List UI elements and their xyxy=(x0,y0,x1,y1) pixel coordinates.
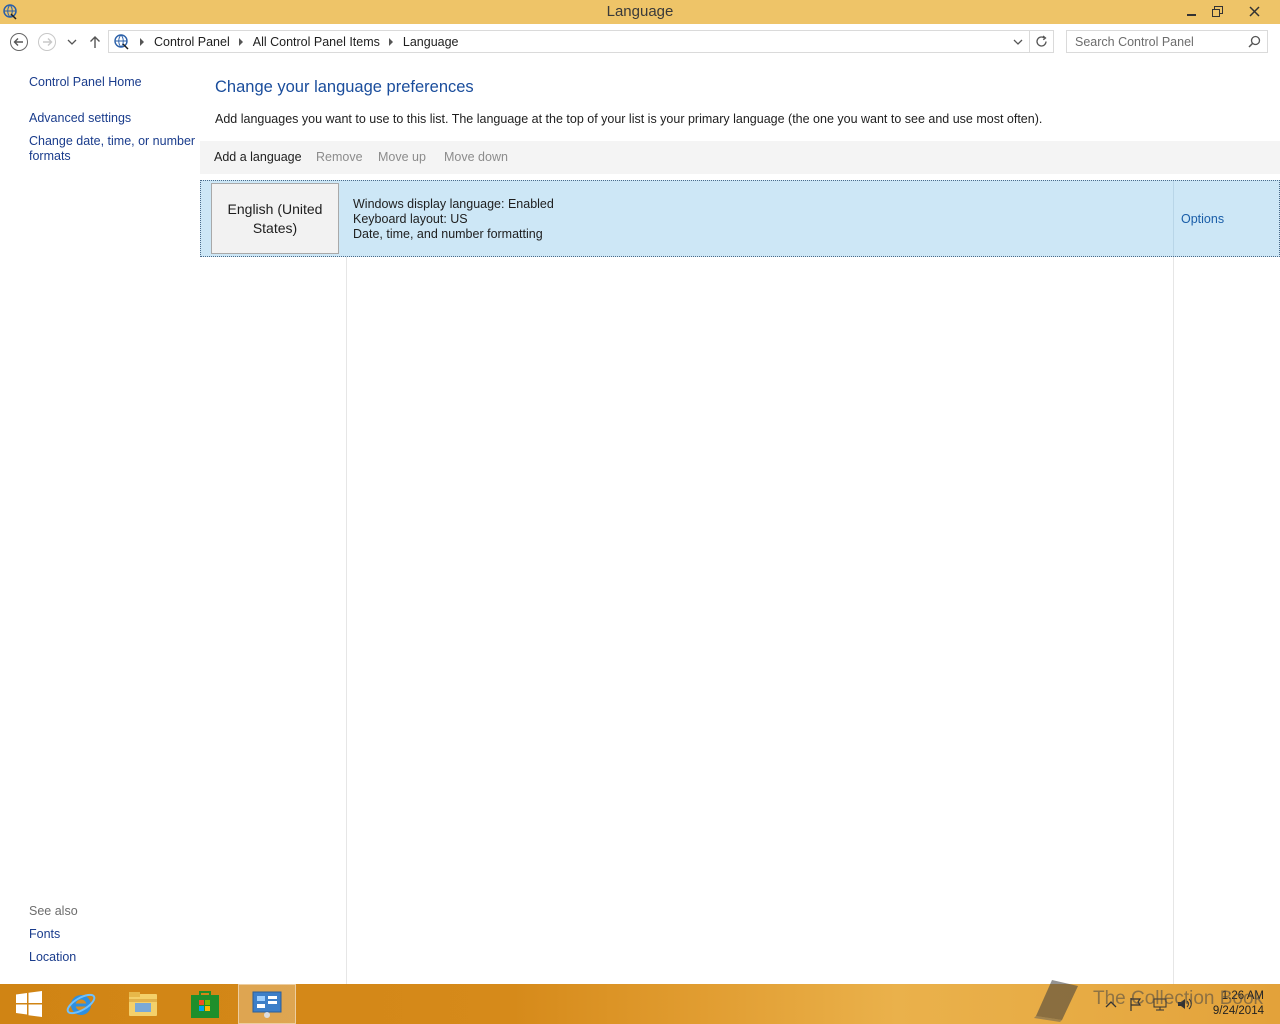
window-title: Language xyxy=(606,3,674,20)
forward-arrow-icon xyxy=(38,33,56,51)
restore-button[interactable] xyxy=(1204,0,1231,22)
internet-explorer-icon xyxy=(66,993,96,1015)
minimize-button[interactable] xyxy=(1178,0,1205,22)
breadcrumb-separator-icon[interactable] xyxy=(388,37,393,46)
control-panel-home-link[interactable]: Control Panel Home xyxy=(29,75,142,90)
up-arrow-icon xyxy=(90,36,100,48)
change-date-time-formats-link[interactable]: Change date, time, or number formats xyxy=(29,134,199,164)
search-icon[interactable] xyxy=(1248,35,1261,48)
search-box[interactable] xyxy=(1066,30,1268,53)
up-button[interactable] xyxy=(85,32,105,52)
breadcrumb-separator-icon[interactable] xyxy=(238,37,243,46)
watermark-book-icon xyxy=(1034,980,1078,1022)
language-location-icon xyxy=(114,33,129,50)
language-list-item[interactable]: English (United States) Windows display … xyxy=(200,180,1280,257)
back-arrow-icon xyxy=(10,33,28,51)
close-icon xyxy=(1249,5,1260,17)
watermark-text: The Collection Book xyxy=(1093,988,1264,1009)
breadcrumb-language[interactable]: Language xyxy=(403,35,459,49)
language-options-link[interactable]: Options xyxy=(1181,212,1224,226)
store-icon xyxy=(191,991,219,1018)
taskbar-store[interactable] xyxy=(176,984,234,1024)
add-language-button[interactable]: Add a language xyxy=(214,150,302,164)
minimize-icon xyxy=(1186,14,1196,16)
control-panel-icon xyxy=(252,991,282,1018)
forward-button[interactable] xyxy=(37,32,57,52)
recent-locations-button[interactable] xyxy=(62,32,82,52)
see-also-label: See also xyxy=(29,904,78,918)
taskbar: 1:26 AM 9/24/2014 xyxy=(0,984,1280,1024)
start-icon xyxy=(16,991,42,1017)
language-toolbar: Add a language Remove Move up Move down xyxy=(200,141,1280,174)
restore-icon xyxy=(1212,5,1223,17)
location-link[interactable]: Location xyxy=(29,950,76,965)
advanced-settings-link[interactable]: Advanced settings xyxy=(29,111,131,126)
page-title: Change your language preferences xyxy=(215,78,474,96)
keyboard-layout-status: Keyboard layout: US xyxy=(353,212,468,226)
task-pane: Control Panel Home Advanced settings Cha… xyxy=(0,58,200,984)
refresh-icon xyxy=(1036,35,1047,47)
start-button[interactable] xyxy=(0,984,58,1024)
title-bar: Language xyxy=(0,0,1280,24)
column-divider-left xyxy=(346,257,347,984)
breadcrumb-all-items[interactable]: All Control Panel Items xyxy=(253,35,380,49)
search-input[interactable] xyxy=(1067,31,1243,52)
remove-button[interactable]: Remove xyxy=(316,150,363,164)
chevron-down-icon xyxy=(1013,39,1023,45)
move-down-button[interactable]: Move down xyxy=(444,150,508,164)
breadcrumb-control-panel[interactable]: Control Panel xyxy=(154,35,230,49)
breadcrumb-separator-icon[interactable] xyxy=(140,37,144,46)
close-button[interactable] xyxy=(1241,0,1268,22)
taskbar-control-panel[interactable] xyxy=(238,984,296,1024)
fonts-link[interactable]: Fonts xyxy=(29,927,60,942)
column-divider-right xyxy=(1173,257,1174,984)
chevron-down-icon xyxy=(67,39,77,45)
back-button[interactable] xyxy=(9,32,29,52)
file-explorer-icon xyxy=(129,992,157,1016)
display-language-status: Windows display language: Enabled xyxy=(353,197,554,211)
breadcrumb: Control Panel All Control Panel Items La… xyxy=(113,31,459,52)
page-description: Add languages you want to use to this li… xyxy=(215,112,1043,126)
taskbar-file-explorer[interactable] xyxy=(114,984,172,1024)
options-column-divider xyxy=(1173,181,1174,256)
move-up-button[interactable]: Move up xyxy=(378,150,426,164)
language-name-tile[interactable]: English (United States) xyxy=(211,183,339,254)
address-history-button[interactable] xyxy=(1010,31,1026,52)
navigation-bar: Control Panel All Control Panel Items La… xyxy=(0,24,1280,58)
address-bar[interactable]: Control Panel All Control Panel Items La… xyxy=(108,30,1054,53)
refresh-button[interactable] xyxy=(1029,31,1053,52)
language-details: Windows display language: Enabled Keyboa… xyxy=(353,197,554,242)
taskbar-internet-explorer[interactable] xyxy=(52,984,110,1024)
formatting-status: Date, time, and number formatting xyxy=(353,227,543,241)
